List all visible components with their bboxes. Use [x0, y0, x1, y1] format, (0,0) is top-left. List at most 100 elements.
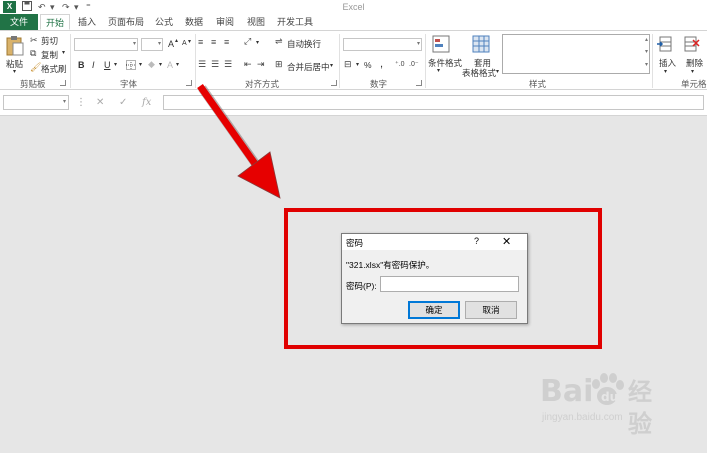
name-box[interactable]: ▾ — [3, 95, 69, 110]
group-divider — [70, 34, 71, 88]
password-input[interactable] — [380, 276, 519, 292]
format-as-table-icon — [472, 35, 490, 55]
format-as-table-dropdown-icon[interactable]: ▾ — [496, 68, 499, 75]
font-color-dropdown-icon[interactable]: ▾ — [176, 61, 179, 68]
scissors-icon: ✂ — [30, 35, 38, 45]
underline-dropdown-icon[interactable]: ▾ — [114, 61, 117, 68]
merge-dropdown-icon[interactable]: ▾ — [330, 62, 333, 69]
password-dialog: 密码 ? ✕ "321.xlsx"有密码保护。 密码(P): 确定 取消 — [341, 233, 528, 324]
paste-icon[interactable] — [4, 35, 26, 57]
gallery-down-icon[interactable]: ▾ — [645, 48, 648, 55]
formula-bar-splitter-icon[interactable]: ⋮ — [76, 95, 86, 110]
insert-cells-icon — [656, 35, 672, 55]
percent-button[interactable]: % — [364, 60, 372, 70]
close-icon[interactable]: ✕ — [502, 235, 511, 248]
cancel-button[interactable]: 取消 — [465, 301, 517, 319]
italic-button[interactable]: I — [92, 60, 95, 70]
align-middle-icon[interactable]: ≡ — [211, 37, 216, 47]
wrap-text-button[interactable]: 自动换行 — [287, 38, 321, 50]
ok-button[interactable]: 确定 — [408, 301, 460, 319]
tab-data[interactable]: 数据 — [180, 14, 208, 30]
font-name-combo[interactable]: ▾ — [74, 38, 138, 51]
underline-button[interactable]: U — [104, 60, 111, 70]
watermark-url: jingyan.baidu.com — [542, 412, 623, 423]
insert-cells-button[interactable]: 插入 — [659, 57, 676, 69]
cancel-entry-icon[interactable]: ✕ — [96, 95, 104, 110]
watermark: Bai du 经验 jingyan.baidu.com — [540, 373, 652, 438]
copy-dropdown-icon[interactable]: ▾ — [62, 49, 65, 56]
delete-cells-button[interactable]: 删除 — [686, 57, 703, 69]
font-color-icon[interactable]: A — [167, 60, 173, 70]
cell-styles-gallery[interactable]: ▴ ▾ ▾ — [502, 34, 650, 74]
paste-dropdown-icon[interactable]: ▾ — [13, 68, 16, 75]
format-painter-icon: 🖌 — [30, 62, 42, 72]
group-divider — [652, 34, 653, 88]
number-launcher-icon[interactable] — [416, 80, 422, 86]
currency-icon[interactable]: ⊟ — [344, 59, 352, 70]
tab-developer[interactable]: 开发工具 — [273, 14, 317, 30]
fill-color-dropdown-icon[interactable]: ▾ — [159, 61, 162, 68]
bold-button[interactable]: B — [78, 60, 85, 70]
orientation-icon[interactable]: ⤢ — [244, 36, 251, 47]
dialog-message: "321.xlsx"有密码保护。 — [346, 260, 435, 270]
group-divider — [425, 34, 426, 88]
number-group-label: 数字 — [370, 79, 388, 89]
shrink-font-button[interactable]: A — [182, 40, 187, 47]
title-bar: X ↶ ▾ ↷ ▾ ⁼ Excel — [0, 0, 707, 14]
increase-indent-icon[interactable]: ⇥ — [257, 59, 265, 70]
align-left-icon[interactable]: ☰ — [198, 59, 206, 70]
tab-file[interactable]: 文件 — [0, 14, 38, 30]
number-format-combo[interactable]: ▾ — [343, 38, 422, 51]
clipboard-launcher-icon[interactable] — [60, 80, 66, 86]
format-as-table-button[interactable]: 表格格式 — [462, 67, 496, 79]
tab-review[interactable]: 审阅 — [211, 14, 239, 30]
group-divider — [339, 34, 340, 88]
name-box-dropdown-icon[interactable]: ▾ — [63, 96, 66, 109]
decrease-decimal-icon[interactable]: .0⁻ — [409, 60, 419, 68]
conditional-formatting-button[interactable]: 条件格式 — [428, 57, 462, 69]
format-painter-button[interactable]: 格式刷 — [41, 63, 67, 75]
grow-font-button[interactable]: A — [168, 39, 174, 49]
tab-formulas[interactable]: 公式 — [150, 14, 178, 30]
borders-icon[interactable] — [126, 60, 136, 72]
comma-button[interactable]: , — [380, 58, 383, 70]
tab-home[interactable]: 开始 — [40, 14, 70, 30]
font-size-combo[interactable]: ▾ — [141, 38, 163, 51]
ribbon: 粘贴 ▾ ✂ 剪切 ⧉ 复制 ▾ 🖌 格式刷 剪贴板 ▾ ▾ A ▴ A ▾ B… — [0, 30, 707, 90]
delete-cells-dropdown-icon[interactable]: ▾ — [691, 68, 694, 75]
tab-view[interactable]: 视图 — [242, 14, 270, 30]
align-center-icon[interactable]: ☰ — [211, 59, 219, 70]
dialog-title: 密码 — [346, 238, 364, 248]
cut-button[interactable]: 剪切 — [41, 35, 58, 47]
dialog-titlebar: 密码 ? ✕ — [342, 234, 527, 250]
svg-text:du: du — [601, 390, 618, 404]
conditional-formatting-dropdown-icon[interactable]: ▾ — [437, 67, 440, 74]
insert-cells-dropdown-icon[interactable]: ▾ — [664, 68, 667, 75]
alignment-launcher-icon[interactable] — [331, 80, 337, 86]
align-right-icon[interactable]: ☰ — [224, 59, 232, 70]
copy-button[interactable]: 复制 — [41, 49, 58, 61]
copy-icon: ⧉ — [30, 48, 37, 58]
password-label: 密码(P): — [346, 281, 377, 291]
currency-dropdown-icon[interactable]: ▾ — [356, 61, 359, 68]
tab-page-layout[interactable]: 页面布局 — [104, 14, 148, 30]
insert-function-icon[interactable]: fx — [142, 95, 151, 110]
confirm-entry-icon[interactable]: ✓ — [119, 95, 127, 110]
tab-insert[interactable]: 插入 — [73, 14, 101, 30]
gallery-more-icon[interactable]: ▾ — [645, 61, 648, 68]
wrap-text-icon: ⇌ — [275, 36, 283, 46]
borders-dropdown-icon[interactable]: ▾ — [139, 61, 142, 68]
watermark-brand: Bai — [540, 374, 594, 409]
cells-group-label: 单元格 — [681, 79, 707, 89]
increase-decimal-icon[interactable]: ⁺.0 — [395, 60, 405, 68]
merge-center-button[interactable]: 合并后居中 — [287, 61, 330, 73]
clipboard-group-label: 剪贴板 — [20, 79, 46, 89]
fill-color-icon[interactable]: ◆ — [148, 59, 155, 70]
align-bottom-icon[interactable]: ≡ — [224, 37, 229, 47]
gallery-up-icon[interactable]: ▴ — [645, 36, 648, 43]
orientation-dropdown-icon[interactable]: ▾ — [256, 39, 259, 46]
decrease-indent-icon[interactable]: ⇤ — [244, 59, 252, 70]
help-icon[interactable]: ? — [474, 236, 479, 246]
align-top-icon[interactable]: ≡ — [198, 37, 203, 47]
merge-center-icon: ⊞ — [275, 59, 283, 69]
